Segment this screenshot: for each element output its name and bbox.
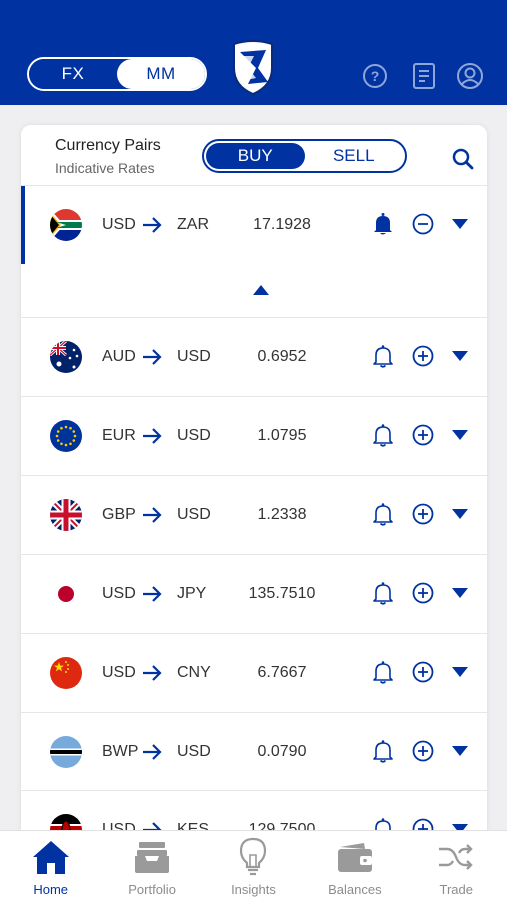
quote-currency: JPY — [177, 585, 207, 602]
base-currency: AUD — [102, 348, 136, 365]
quote-currency: USD — [177, 743, 211, 760]
arrow-right-icon — [143, 349, 162, 365]
botswana-flag-icon — [50, 736, 82, 768]
rate-value: 6.7667 — [257, 664, 307, 681]
rate-value: 1.0795 — [257, 427, 307, 444]
collapse-icon[interactable] — [252, 284, 270, 296]
chevron-down-icon[interactable] — [451, 350, 469, 362]
card-subtitle: Indicative Rates — [55, 160, 155, 176]
quote-currency: CNY — [177, 664, 211, 681]
bell-icon[interactable] — [372, 502, 394, 526]
tab-label: Home — [33, 882, 69, 897]
australia-flag-icon — [50, 341, 82, 373]
quote-currency: ZAR — [177, 216, 209, 233]
tray-icon — [132, 837, 172, 877]
home-icon — [31, 837, 71, 877]
add-circle-icon[interactable] — [412, 345, 434, 367]
arrow-right-icon — [143, 428, 162, 444]
tab-label: Balances — [328, 882, 382, 897]
tab-label: Insights — [231, 882, 276, 897]
tab-label: Portfolio — [128, 882, 176, 897]
chevron-down-icon[interactable] — [451, 429, 469, 441]
add-circle-icon[interactable] — [412, 740, 434, 762]
uk-flag-icon — [50, 499, 82, 531]
tab-home[interactable]: Home — [0, 831, 101, 900]
fx-tab[interactable]: FX — [29, 59, 117, 89]
base-currency: EUR — [102, 427, 136, 444]
rate-value: 17.1928 — [253, 216, 311, 233]
shuffle-icon — [436, 837, 476, 877]
arrow-right-icon — [143, 507, 162, 523]
bell-filled-icon[interactable] — [372, 212, 394, 236]
south-africa-flag-icon — [50, 209, 82, 241]
bell-icon[interactable] — [372, 660, 394, 684]
rate-value: 0.6952 — [257, 348, 307, 365]
currency-row[interactable]: GBP USD 1.2338 — [21, 475, 487, 553]
base-currency: BWP — [102, 743, 139, 760]
svg-text:?: ? — [371, 68, 380, 84]
rate-value: 1.2338 — [257, 506, 307, 523]
add-circle-icon[interactable] — [412, 503, 434, 525]
tab-portfolio[interactable]: Portfolio — [101, 831, 202, 900]
bell-icon[interactable] — [372, 423, 394, 447]
add-circle-icon[interactable] — [412, 661, 434, 683]
chevron-down-icon[interactable] — [451, 508, 469, 520]
currency-row[interactable]: BWP USD 0.0790 — [21, 712, 487, 790]
add-circle-icon[interactable] — [412, 424, 434, 446]
base-currency: USD — [102, 585, 136, 602]
app-header: FX MM ? — [0, 0, 507, 105]
arrow-right-icon — [143, 586, 162, 602]
buy-button[interactable]: BUY — [206, 143, 305, 169]
base-currency: USD — [102, 216, 136, 233]
quote-currency: USD — [177, 506, 211, 523]
arrow-right-icon — [143, 665, 162, 681]
base-currency: GBP — [102, 506, 136, 523]
bell-icon[interactable] — [372, 739, 394, 763]
currency-row[interactable]: USD CNY 6.7667 — [21, 633, 487, 711]
chevron-down-icon[interactable] — [451, 218, 469, 230]
chevron-down-icon[interactable] — [451, 745, 469, 757]
chevron-down-icon[interactable] — [451, 587, 469, 599]
chevron-down-icon[interactable] — [451, 666, 469, 678]
arrow-right-icon — [143, 744, 162, 760]
add-circle-icon[interactable] — [412, 582, 434, 604]
currency-row[interactable]: EUR USD 1.0795 — [21, 396, 487, 474]
profile-icon[interactable] — [456, 62, 484, 90]
help-icon[interactable]: ? — [361, 62, 389, 90]
tab-insights[interactable]: Insights — [203, 831, 304, 900]
wallet-icon — [335, 837, 375, 877]
arrow-right-icon — [143, 217, 162, 233]
bell-icon[interactable] — [372, 344, 394, 368]
bank-logo — [233, 40, 273, 96]
japan-flag-icon — [50, 578, 82, 610]
tab-balances[interactable]: Balances — [304, 831, 405, 900]
tab-label: Trade — [439, 882, 473, 897]
rate-value: 135.7510 — [248, 585, 316, 602]
sell-button[interactable]: SELL — [305, 143, 404, 169]
currency-row[interactable]: USD JPY 135.7510 — [21, 554, 487, 632]
bell-icon[interactable] — [372, 581, 394, 605]
base-currency: USD — [102, 664, 136, 681]
china-flag-icon — [50, 657, 82, 689]
lightbulb-icon — [233, 837, 273, 877]
bottom-tab-bar: Home Portfolio Insights Balances Trade — [0, 830, 507, 900]
quote-currency: USD — [177, 348, 211, 365]
card-title: Currency Pairs — [55, 137, 161, 154]
search-icon[interactable] — [451, 147, 475, 171]
tab-trade[interactable]: Trade — [406, 831, 507, 900]
buy-sell-toggle: BUY SELL — [202, 139, 407, 173]
currency-pairs-card: Currency Pairs Indicative Rates BUY SELL… — [21, 125, 487, 845]
fx-mm-toggle: FX MM — [27, 57, 207, 91]
currency-row[interactable]: USD ZAR 17.1928 — [21, 185, 487, 264]
quote-currency: USD — [177, 427, 211, 444]
rate-value: 0.0790 — [257, 743, 307, 760]
eu-flag-icon — [50, 420, 82, 452]
mm-tab[interactable]: MM — [117, 59, 205, 89]
currency-row[interactable]: AUD USD 0.6952 — [21, 317, 487, 395]
remove-circle-icon[interactable] — [412, 213, 434, 235]
document-icon[interactable] — [410, 62, 438, 90]
